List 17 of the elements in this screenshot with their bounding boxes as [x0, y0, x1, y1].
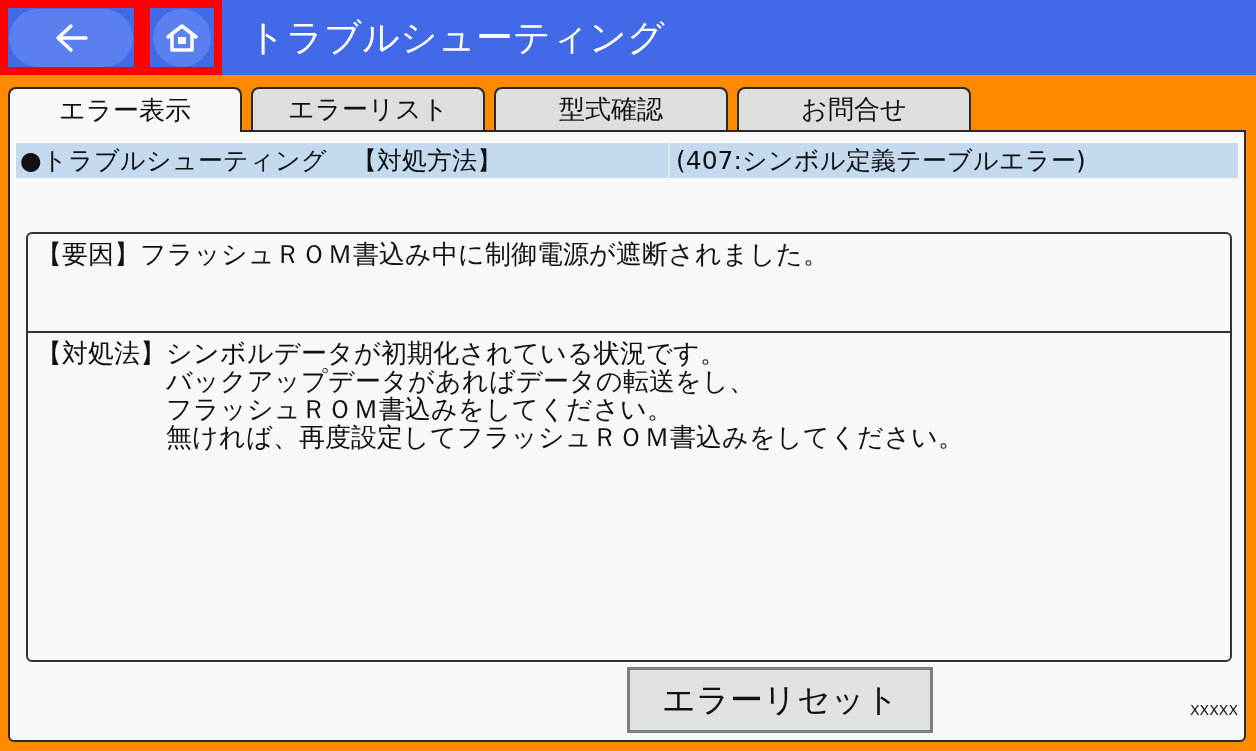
section-text: シンボルデータが初期化されている状況です。 バックアップデータがあればデータの転送をし、 フラッシュＲＯＭ書込みをしてください。 無ければ、再度設定してフラッシュＲＯＭ書込みをしてください。: [166, 339, 964, 454]
home-button[interactable]: [153, 8, 211, 67]
tab[interactable]: エラーリスト: [251, 87, 485, 130]
back-arrow-icon: [54, 22, 88, 53]
section-label: 【要因】: [36, 240, 140, 271]
section-label: 【対処法】: [36, 339, 166, 370]
section-text: フラッシュＲＯＭ書込み中に制御電源が遮断されました。: [140, 240, 829, 271]
error-code-text: (407:シンボル定義テーブルエラー): [668, 143, 1086, 178]
home-icon: [165, 22, 199, 53]
tab[interactable]: 型式確認: [494, 87, 728, 130]
screen-title: トラブルシューティング: [248, 14, 665, 61]
tab[interactable]: エラー表示: [8, 87, 242, 132]
back-button[interactable]: [9, 8, 133, 67]
error-reset-button[interactable]: エラーリセット: [627, 667, 933, 733]
heading-title: ●トラブルシューティング 【対処方法】: [19, 144, 503, 177]
code-label: XXXXX: [1189, 701, 1238, 720]
tab[interactable]: お問合せ: [737, 87, 971, 130]
